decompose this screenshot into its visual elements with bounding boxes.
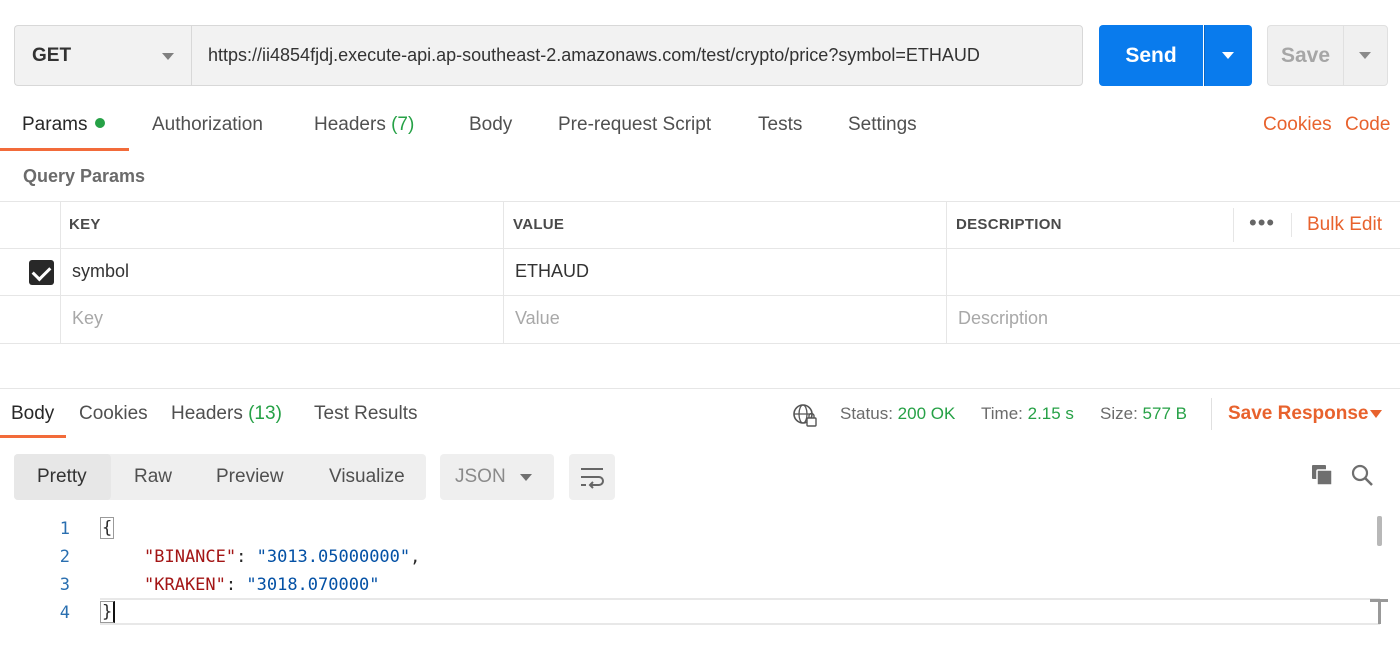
tab-headers[interactable]: Headers (7) bbox=[314, 114, 414, 136]
cookies-link[interactable]: Cookies bbox=[1263, 114, 1332, 136]
tab-prerequest-script[interactable]: Pre-request Script bbox=[558, 114, 711, 136]
format-label: JSON bbox=[455, 466, 506, 487]
search-icon[interactable] bbox=[1350, 463, 1374, 492]
send-options-caret-icon[interactable] bbox=[1204, 25, 1252, 86]
current-line-highlight bbox=[100, 598, 1380, 625]
caret-down-icon bbox=[520, 474, 532, 481]
save-response-button[interactable]: Save Response bbox=[1228, 403, 1368, 425]
new-value-input[interactable]: Value bbox=[515, 308, 560, 329]
line-number: 3 bbox=[59, 575, 70, 595]
response-tab-body[interactable]: Body bbox=[11, 403, 54, 425]
tab-body[interactable]: Body bbox=[469, 114, 512, 136]
json-key: "BINANCE" bbox=[144, 547, 237, 567]
save-options-caret-icon[interactable] bbox=[1343, 25, 1388, 86]
time-value: 2.15 s bbox=[1027, 404, 1074, 423]
new-description-input[interactable]: Description bbox=[958, 308, 1048, 329]
url-input[interactable]: https://ii4854fjdj.execute-api.ap-southe… bbox=[191, 25, 1083, 86]
json-value: "3013.05000000" bbox=[256, 547, 411, 567]
open-brace: { bbox=[100, 517, 115, 539]
line-number: 1 bbox=[59, 519, 70, 539]
more-icon[interactable]: ••• bbox=[1249, 210, 1275, 236]
tab-params-label: Params bbox=[22, 114, 88, 135]
table-row-border bbox=[0, 295, 1400, 296]
param-description-cell[interactable] bbox=[958, 261, 1228, 285]
line-number: 4 bbox=[59, 603, 70, 623]
close-brace: } bbox=[100, 601, 116, 623]
size-label: Size: bbox=[1100, 404, 1138, 423]
response-headers-count: (13) bbox=[248, 403, 282, 424]
line-number: 2 bbox=[59, 547, 70, 567]
response-tab-cookies[interactable]: Cookies bbox=[79, 403, 148, 425]
tab-params[interactable]: Params bbox=[22, 114, 106, 136]
wrap-lines-icon bbox=[581, 468, 604, 489]
url-text: https://ii4854fjdj.execute-api.ap-southe… bbox=[208, 45, 980, 65]
column-header-description: DESCRIPTION bbox=[956, 216, 1062, 233]
code-link[interactable]: Code bbox=[1345, 114, 1390, 136]
meta-divider bbox=[1211, 398, 1212, 430]
colon: : bbox=[225, 575, 247, 595]
params-active-dot-icon bbox=[95, 118, 106, 128]
wrap-lines-button[interactable] bbox=[569, 454, 615, 500]
new-key-input[interactable]: Key bbox=[72, 308, 103, 329]
status-value: 200 OK bbox=[897, 404, 956, 423]
column-header-key: KEY bbox=[69, 216, 101, 233]
size-value: 577 B bbox=[1142, 404, 1187, 423]
checkbox-checked-icon[interactable] bbox=[29, 260, 54, 285]
json-line: "BINANCE": "3013.05000000", bbox=[144, 547, 420, 567]
response-divider bbox=[0, 388, 1400, 389]
response-tab-headers[interactable]: Headers (13) bbox=[171, 403, 282, 425]
size-info: Size: 577 B bbox=[1100, 404, 1187, 424]
json-value: "3018.070000" bbox=[246, 575, 380, 595]
param-value-cell[interactable]: ETHAUD bbox=[515, 261, 589, 282]
query-params-title: Query Params bbox=[23, 166, 146, 186]
col-divider bbox=[1291, 213, 1292, 237]
response-active-underline bbox=[0, 435, 66, 438]
view-raw[interactable]: Raw bbox=[134, 466, 172, 488]
column-header-value: VALUE bbox=[513, 216, 565, 233]
json-trail: , bbox=[410, 547, 421, 567]
tab-tests[interactable]: Tests bbox=[758, 114, 802, 136]
col-divider bbox=[503, 201, 504, 343]
tab-authorization[interactable]: Authorization bbox=[152, 114, 263, 136]
col-divider bbox=[946, 201, 947, 343]
status-label: Status: bbox=[840, 404, 893, 423]
param-key-cell[interactable]: symbol bbox=[72, 261, 129, 282]
bulk-edit-link[interactable]: Bulk Edit bbox=[1307, 214, 1382, 236]
response-headers-label: Headers bbox=[171, 403, 243, 424]
table-top-border bbox=[0, 201, 1400, 202]
copy-icon[interactable] bbox=[1310, 463, 1334, 492]
view-preview[interactable]: Preview bbox=[216, 466, 284, 488]
colon: : bbox=[236, 547, 257, 567]
active-tab-underline bbox=[0, 148, 129, 151]
time-label: Time: bbox=[981, 404, 1023, 423]
view-pretty[interactable]: Pretty bbox=[37, 466, 87, 488]
table-bottom-border bbox=[0, 343, 1400, 344]
status-info: Status: 200 OK bbox=[840, 404, 955, 424]
time-info: Time: 2.15 s bbox=[981, 404, 1074, 424]
method-label: GET bbox=[32, 44, 72, 66]
table-header-border bbox=[0, 248, 1400, 249]
format-select[interactable]: JSON bbox=[440, 454, 554, 500]
method-select[interactable]: GET bbox=[14, 25, 191, 86]
editor-scrollbar[interactable] bbox=[1377, 516, 1382, 546]
col-divider bbox=[1233, 208, 1234, 242]
view-visualize[interactable]: Visualize bbox=[329, 466, 405, 488]
response-tab-test-results[interactable]: Test Results bbox=[314, 403, 417, 425]
headers-count: (7) bbox=[391, 114, 415, 135]
save-button[interactable]: Save bbox=[1267, 25, 1343, 86]
json-line: "KRAKEN": "3018.070000" bbox=[144, 575, 379, 595]
col-divider bbox=[60, 201, 61, 343]
caret-down-icon[interactable] bbox=[1370, 410, 1382, 418]
tab-settings[interactable]: Settings bbox=[848, 114, 917, 136]
globe-lock-icon[interactable] bbox=[792, 403, 818, 434]
send-button[interactable]: Send bbox=[1099, 25, 1203, 86]
cursor-position-marker bbox=[1370, 598, 1388, 625]
caret-down-icon bbox=[162, 53, 174, 60]
tab-headers-label: Headers bbox=[314, 114, 386, 135]
json-key: "KRAKEN" bbox=[144, 575, 226, 595]
